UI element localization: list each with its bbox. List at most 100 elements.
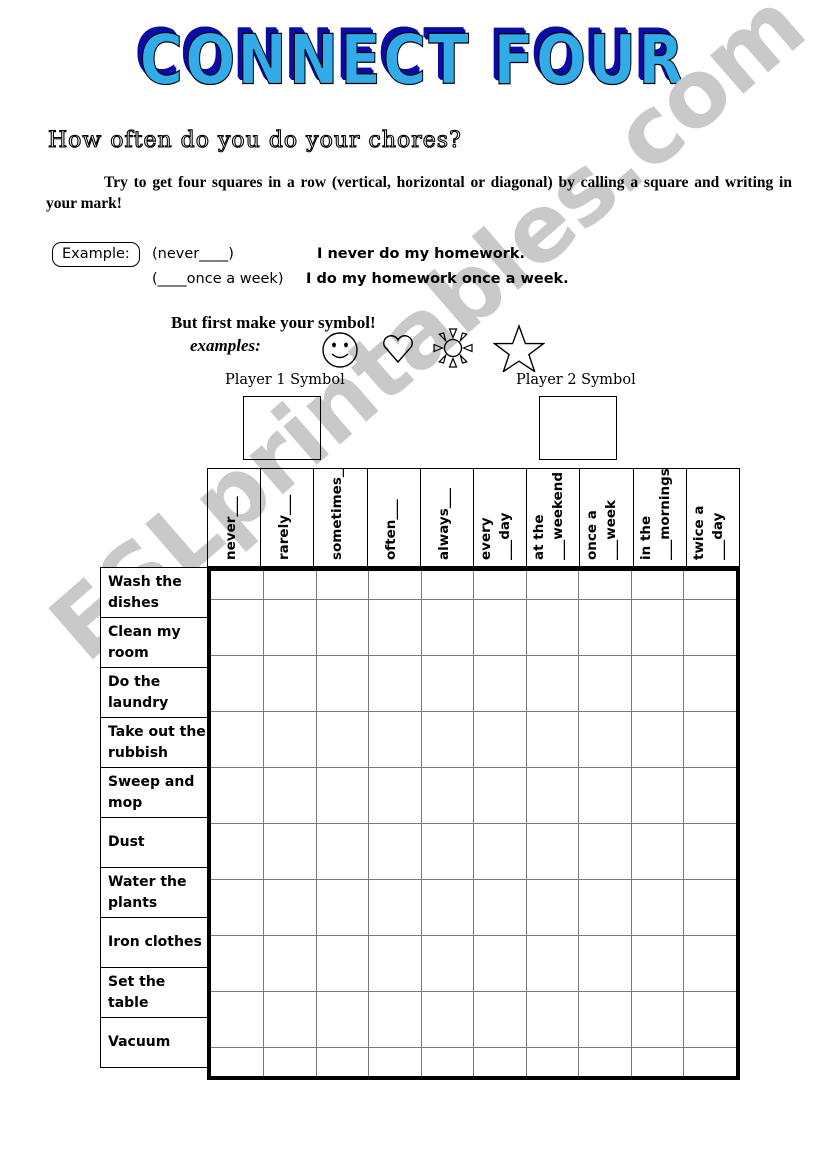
play-cell-r4-c10[interactable] — [683, 710, 736, 768]
play-cell-r6-c4[interactable] — [368, 822, 422, 881]
player1-symbol-box[interactable] — [243, 396, 321, 460]
play-cell-r4-c4[interactable] — [368, 710, 422, 768]
play-cell-r10-c10[interactable] — [683, 1047, 736, 1076]
play-cell-r2-c8[interactable] — [578, 598, 632, 656]
play-cell-r7-c1[interactable] — [211, 879, 264, 937]
play-cell-r6-c9[interactable] — [630, 822, 684, 881]
play-cell-r8-c10[interactable] — [683, 935, 736, 993]
play-cell-r3-c4[interactable] — [368, 654, 422, 712]
play-cell-r9-c9[interactable] — [630, 991, 684, 1049]
play-cell-r5-c3[interactable] — [315, 766, 369, 824]
play-cell-r8-c9[interactable] — [630, 935, 684, 993]
play-cell-r5-c5[interactable] — [420, 766, 474, 824]
play-cell-r1-c5[interactable] — [420, 571, 474, 600]
play-cell-r2-c4[interactable] — [368, 598, 422, 656]
play-cell-r6-c1[interactable] — [211, 822, 264, 881]
play-cell-r8-c8[interactable] — [578, 935, 632, 993]
play-cell-r9-c3[interactable] — [315, 991, 369, 1049]
play-cell-r1-c9[interactable] — [630, 571, 684, 600]
connect-four-play-area[interactable] — [207, 567, 740, 1080]
play-cell-r7-c2[interactable] — [263, 879, 317, 937]
play-cell-r9-c6[interactable] — [473, 991, 527, 1049]
play-cell-r9-c5[interactable] — [420, 991, 474, 1049]
play-cell-r3-c7[interactable] — [525, 654, 579, 712]
play-cell-r6-c3[interactable] — [315, 822, 369, 881]
play-cell-r3-c6[interactable] — [473, 654, 527, 712]
play-cell-r9-c1[interactable] — [211, 991, 264, 1049]
play-cell-r5-c4[interactable] — [368, 766, 422, 824]
play-cell-r4-c1[interactable] — [211, 710, 264, 768]
play-cell-r10-c9[interactable] — [630, 1047, 684, 1076]
play-cell-r6-c7[interactable] — [525, 822, 579, 881]
play-cell-r6-c2[interactable] — [263, 822, 317, 881]
player2-symbol-box[interactable] — [539, 396, 617, 460]
play-cell-r8-c1[interactable] — [211, 935, 264, 993]
play-cell-r3-c8[interactable] — [578, 654, 632, 712]
play-cell-r5-c8[interactable] — [578, 766, 632, 824]
play-cell-r7-c10[interactable] — [683, 879, 736, 937]
play-cell-r1-c6[interactable] — [473, 571, 527, 600]
play-cell-r6-c6[interactable] — [473, 822, 527, 881]
play-cell-r7-c5[interactable] — [420, 879, 474, 937]
play-cell-r8-c7[interactable] — [525, 935, 579, 993]
play-cell-r4-c8[interactable] — [578, 710, 632, 768]
play-cell-r7-c8[interactable] — [578, 879, 632, 937]
play-cell-r7-c9[interactable] — [630, 879, 684, 937]
play-cell-r7-c7[interactable] — [525, 879, 579, 937]
play-cell-r10-c7[interactable] — [525, 1047, 579, 1076]
play-cell-r10-c2[interactable] — [263, 1047, 317, 1076]
play-cell-r7-c6[interactable] — [473, 879, 527, 937]
play-cell-r9-c4[interactable] — [368, 991, 422, 1049]
play-cell-r10-c8[interactable] — [578, 1047, 632, 1076]
play-cell-r6-c10[interactable] — [683, 822, 736, 881]
play-cell-r3-c1[interactable] — [211, 654, 264, 712]
play-cell-r10-c6[interactable] — [473, 1047, 527, 1076]
play-cell-r7-c4[interactable] — [368, 879, 422, 937]
play-cell-r1-c10[interactable] — [683, 571, 736, 600]
play-cell-r1-c2[interactable] — [263, 571, 317, 600]
play-cell-r5-c7[interactable] — [525, 766, 579, 824]
play-cell-r8-c5[interactable] — [420, 935, 474, 993]
play-cell-r6-c5[interactable] — [420, 822, 474, 881]
play-cell-r8-c3[interactable] — [315, 935, 369, 993]
play-cell-r2-c3[interactable] — [315, 598, 369, 656]
play-cell-r1-c7[interactable] — [525, 571, 579, 600]
play-cell-r2-c9[interactable] — [630, 598, 684, 656]
play-cell-r2-c6[interactable] — [473, 598, 527, 656]
play-cell-r7-c3[interactable] — [315, 879, 369, 937]
play-cell-r2-c1[interactable] — [211, 598, 264, 656]
play-cell-r5-c6[interactable] — [473, 766, 527, 824]
play-cell-r1-c3[interactable] — [315, 571, 369, 600]
play-cell-r1-c4[interactable] — [368, 571, 422, 600]
play-cell-r10-c5[interactable] — [420, 1047, 474, 1076]
play-cell-r1-c1[interactable] — [211, 571, 264, 600]
play-cell-r5-c10[interactable] — [683, 766, 736, 824]
play-cell-r6-c8[interactable] — [578, 822, 632, 881]
play-cell-r5-c1[interactable] — [211, 766, 264, 824]
play-cell-r4-c5[interactable] — [420, 710, 474, 768]
play-cell-r4-c2[interactable] — [263, 710, 317, 768]
play-cell-r9-c7[interactable] — [525, 991, 579, 1049]
play-cell-r4-c3[interactable] — [315, 710, 369, 768]
play-cell-r3-c10[interactable] — [683, 654, 736, 712]
play-cell-r8-c2[interactable] — [263, 935, 317, 993]
play-cell-r10-c4[interactable] — [368, 1047, 422, 1076]
play-cell-r9-c8[interactable] — [578, 991, 632, 1049]
play-cell-r5-c2[interactable] — [263, 766, 317, 824]
play-cell-r4-c7[interactable] — [525, 710, 579, 768]
play-cell-r2-c5[interactable] — [420, 598, 474, 656]
play-cell-r1-c8[interactable] — [578, 571, 632, 600]
play-cell-r4-c9[interactable] — [630, 710, 684, 768]
play-cell-r4-c6[interactable] — [473, 710, 527, 768]
play-cell-r5-c9[interactable] — [630, 766, 684, 824]
play-cell-r9-c2[interactable] — [263, 991, 317, 1049]
play-cell-r3-c3[interactable] — [315, 654, 369, 712]
play-cell-r8-c4[interactable] — [368, 935, 422, 993]
play-cell-r2-c2[interactable] — [263, 598, 317, 656]
play-cell-r3-c5[interactable] — [420, 654, 474, 712]
play-cell-r3-c9[interactable] — [630, 654, 684, 712]
play-cell-r10-c1[interactable] — [211, 1047, 264, 1076]
play-cell-r9-c10[interactable] — [683, 991, 736, 1049]
play-cell-r2-c10[interactable] — [683, 598, 736, 656]
play-cell-r3-c2[interactable] — [263, 654, 317, 712]
